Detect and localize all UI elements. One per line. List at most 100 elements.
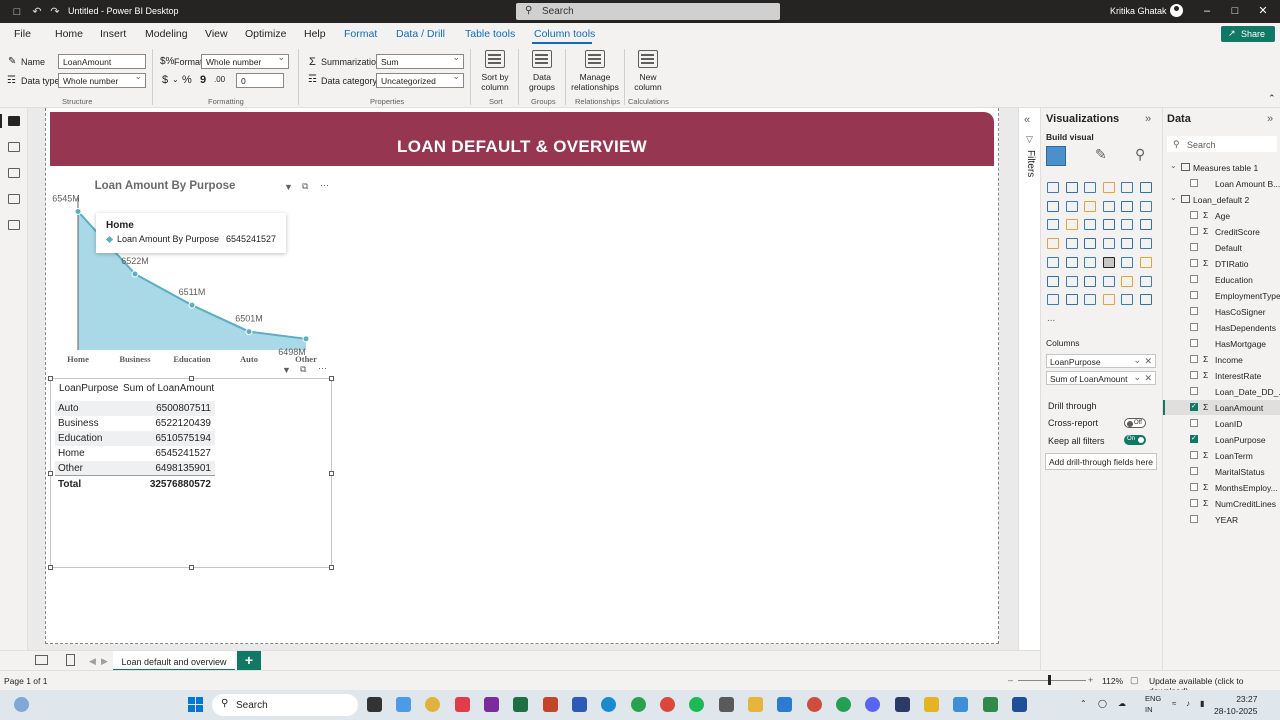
visual-type-icon[interactable] — [1084, 275, 1096, 287]
menu-optimize[interactable]: Optimize — [245, 28, 286, 40]
prev-page-icon[interactable]: ◀ — [89, 656, 96, 667]
visual-type-icon[interactable] — [1102, 256, 1115, 268]
desktop-layout-icon[interactable] — [35, 655, 48, 665]
app-5-icon[interactable] — [983, 697, 998, 712]
table-filter-icon[interactable]: ▼ — [282, 365, 291, 375]
field-checkbox[interactable] — [1190, 323, 1198, 331]
decimal-places-stepper[interactable]: 0 — [236, 73, 284, 88]
zoom-out-icon[interactable]: – — [1008, 675, 1013, 685]
system-clock[interactable]: 23:27 28-10-2025 — [1214, 693, 1257, 717]
volume-icon[interactable]: ♪ — [1186, 699, 1190, 708]
spotify-icon[interactable] — [689, 697, 704, 712]
table-row[interactable]: Home 6545241527 — [55, 446, 215, 461]
table-row[interactable]: Business 6522120439 — [55, 416, 215, 431]
power-bi-icon[interactable] — [924, 697, 939, 712]
more-visuals-icon[interactable]: ... — [1047, 313, 1055, 324]
page-tab[interactable]: Loan default and overview — [113, 651, 235, 671]
field-item[interactable]: Default — [1163, 240, 1280, 255]
visual-type-icon[interactable] — [1139, 219, 1152, 231]
visual-type-icon[interactable] — [1047, 238, 1059, 250]
tmdl-view-icon[interactable] — [8, 220, 20, 230]
collapse-ribbon-icon[interactable]: ⌃ — [1268, 93, 1276, 104]
onenote-icon[interactable] — [484, 697, 499, 712]
undo-icon[interactable]: ↶ — [30, 5, 44, 19]
table-visual[interactable]: LoanPurpose Sum of LoanAmount Auto 65008… — [48, 376, 334, 570]
field-item[interactable]: Education — [1163, 272, 1280, 287]
visual-type-icon[interactable] — [1084, 200, 1096, 212]
resize-handle[interactable] — [48, 471, 53, 476]
field-checkbox[interactable] — [1190, 211, 1198, 219]
field-item[interactable]: Σ Age — [1163, 208, 1280, 223]
visual-type-icon[interactable] — [1102, 182, 1115, 193]
resize-handle[interactable] — [48, 565, 53, 570]
resize-handle[interactable] — [48, 376, 53, 381]
avatar[interactable] — [1170, 4, 1183, 17]
app-2-icon[interactable] — [719, 697, 734, 712]
data-search-input[interactable]: ⚲ Search — [1167, 136, 1277, 152]
field-checkbox[interactable] — [1190, 227, 1198, 235]
windows-start-icon[interactable] — [188, 697, 204, 713]
tray-app-2-icon[interactable]: ☁ — [1118, 699, 1126, 708]
summarization-select[interactable]: Sum — [376, 52, 464, 69]
percent-icon[interactable]: % — [182, 74, 192, 86]
resize-handle[interactable] — [329, 471, 334, 476]
report-view-icon[interactable] — [8, 116, 20, 126]
field-checkbox[interactable] — [1190, 451, 1198, 459]
manage-relationships-button[interactable]: Manage relationships — [570, 50, 620, 92]
share-button[interactable]: ↗ Share — [1221, 26, 1275, 42]
resize-handle[interactable] — [329, 565, 334, 570]
keep-filters-toggle[interactable]: On — [1124, 435, 1146, 445]
visual-type-icon[interactable] — [1102, 238, 1115, 250]
visual-type-icon[interactable] — [1065, 275, 1078, 287]
maximize-icon[interactable]: □ — [1228, 4, 1242, 18]
field-checkbox[interactable] — [1190, 179, 1198, 187]
visual-type-icon[interactable] — [1121, 275, 1133, 287]
resize-handle[interactable] — [189, 565, 194, 570]
language-indicator[interactable]: ENG IN — [1145, 693, 1161, 715]
zoom-level[interactable]: 112% — [1102, 676, 1123, 686]
menu-file[interactable]: File — [14, 28, 31, 40]
visual-type-icon[interactable] — [1047, 275, 1059, 287]
format-visual-tab-icon[interactable]: ✎ — [1095, 146, 1107, 163]
zoom-in-icon[interactable]: + — [1088, 675, 1093, 685]
field-item[interactable]: Σ CreditScore — [1163, 224, 1280, 239]
title-banner[interactable]: LOAN DEFAULT & OVERVIEW — [50, 112, 994, 166]
field-item[interactable]: Σ DTIRatio — [1163, 256, 1280, 271]
remove-field-icon[interactable]: ✕ — [1144, 356, 1152, 367]
currency-dropdown-icon[interactable]: ⌄ — [172, 75, 179, 84]
chrome-2-icon[interactable] — [660, 697, 675, 712]
chrome-icon[interactable] — [425, 697, 440, 712]
field-checkbox[interactable] — [1190, 291, 1198, 299]
field-item[interactable]: YEAR — [1163, 512, 1280, 527]
field-checkbox[interactable] — [1190, 499, 1198, 507]
visual-type-icon[interactable] — [1121, 200, 1133, 212]
battery-icon[interactable]: ▮ — [1200, 699, 1204, 708]
new-column-button[interactable]: New column — [628, 50, 668, 92]
field-checkbox[interactable] — [1190, 259, 1198, 267]
analytics-tab-icon[interactable]: ⚲ — [1135, 146, 1145, 163]
visual-type-icon[interactable] — [1047, 294, 1059, 306]
line-chart-plot[interactable]: 6545M Home 6522M Business 6511M Education 6501… — [50, 178, 331, 368]
visual-type-icon[interactable] — [1047, 256, 1059, 268]
field-item[interactable]: Σ NumCreditLines — [1163, 496, 1280, 511]
cross-report-toggle[interactable]: Off — [1124, 418, 1146, 428]
visual-type-icon[interactable] — [1121, 294, 1133, 306]
table-row[interactable]: Other 6498135901 — [55, 461, 215, 476]
visual-type-icon[interactable] — [1084, 256, 1096, 268]
visual-type-icon[interactable] — [1121, 182, 1133, 193]
table-row[interactable]: Education 6510575194 — [55, 431, 215, 446]
visual-type-icon[interactable] — [1047, 219, 1059, 231]
mobile-layout-icon[interactable] — [66, 654, 75, 666]
vscode-icon[interactable] — [777, 697, 792, 712]
field-item[interactable]: Σ LoanTerm — [1163, 448, 1280, 463]
visual-type-icon[interactable] — [1139, 182, 1152, 193]
field-checkbox[interactable] — [1190, 419, 1198, 427]
dax-query-view-icon[interactable] — [8, 194, 20, 204]
menu-column-tools[interactable]: Column tools — [534, 28, 595, 40]
menu-help[interactable]: Help — [304, 28, 326, 40]
field-checkbox[interactable] — [1190, 387, 1198, 395]
column-well-purpose[interactable]: LoanPurpose ⌄ ✕ — [1046, 354, 1156, 368]
file-explorer-icon[interactable] — [748, 697, 763, 712]
visual-type-icon[interactable] — [1065, 238, 1078, 250]
menu-data-drill[interactable]: Data / Drill — [396, 28, 445, 40]
